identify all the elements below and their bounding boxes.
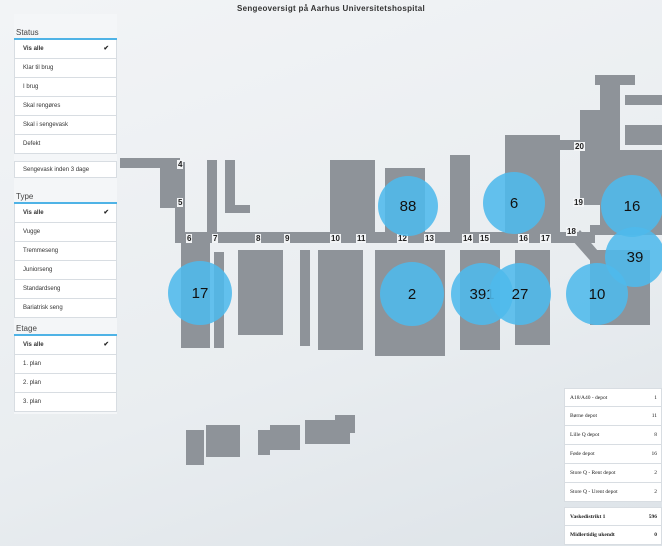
status-option[interactable]: Defekt [14,135,117,154]
building-label: 19 [573,198,584,207]
status-option[interactable]: Klar til brug [14,59,117,78]
status-title: Status [16,28,39,37]
bed-count-value: 39 [626,248,644,266]
depot-row[interactable]: A18/A40 - depot 1 [564,388,662,407]
type-option[interactable]: Juniorseng [14,261,117,280]
building-label: 11 [356,234,367,243]
depot-name: Lille Q depot [570,432,600,438]
depot-count: 2 [654,470,657,476]
status-option-label: Skal i sengevask [23,122,69,128]
bed-count-bubble[interactable]: 17 [168,261,232,325]
type-option[interactable]: Vugge [14,223,117,242]
bed-count-value: 10 [588,285,606,303]
type-option-label: Juniorseng [23,267,53,273]
bed-count-bubble[interactable]: 27 [489,263,551,325]
depot-name: Føde depot [570,451,595,457]
depot-name: A18/A40 - depot [570,395,608,401]
building-label: 10 [330,234,341,243]
etage-filter-group: Etage Vis alle ✔ 1. plan 2. plan 3. plan [14,324,117,412]
status-option[interactable]: Skal i sengevask [14,116,117,135]
status-filter-group: Status Vis alle ✔ Klar til brug I brug Skal … [14,28,117,154]
depot-count: 2 [654,489,657,495]
type-option[interactable]: Standardseng [14,280,117,299]
type-option[interactable]: Vis alle ✔ [14,204,117,223]
bed-count-value: 88 [399,197,417,215]
etage-title: Etage [16,324,37,333]
status-option-label: Skal rengøres [23,103,61,109]
etage-option-label: 2. plan [23,380,42,386]
depot-row[interactable]: Midlertidig ukendt 0 [564,526,662,545]
depot-row[interactable]: Vaskedistrikt 1 596 [564,507,662,526]
depot-name: Store Q - Rent depot [570,470,616,476]
bed-count-bubble[interactable]: 10 [566,263,628,325]
depot-count: 0 [654,532,657,538]
type-option-label: Tremmeseng [23,248,59,254]
building-label: 15 [479,234,490,243]
depot-row[interactable]: Lille Q depot 8 [564,426,662,445]
etage-option[interactable]: 2. plan [14,374,117,393]
type-option-label: Vis alle [23,210,44,216]
depot-count: 596 [648,514,657,520]
depot-name: Vaskedistrikt 1 [570,514,606,520]
building-label: 6 [186,234,193,243]
type-option-label: Vugge [23,229,41,235]
depot-row[interactable]: Store Q - Urent depot 2 [564,483,662,502]
status-option-label: Defekt [23,141,41,147]
status-option-label: Vis alle [23,46,44,52]
etage-option-label: Vis alle [23,342,44,348]
depot-row[interactable]: Føde depot 16 [564,445,662,464]
building-label: 17 [540,234,551,243]
depot-count: 8 [654,432,657,438]
bed-count-value: 27 [511,285,529,303]
bed-count-value: 16 [623,197,641,215]
building-label: 7 [212,234,219,243]
etage-option-label: 3. plan [23,399,42,405]
etage-option[interactable]: 1. plan [14,355,117,374]
bed-count-value: 2 [407,285,417,303]
type-option[interactable]: Tremmeseng [14,242,117,261]
type-title: Type [16,192,34,201]
status-option[interactable]: I brug [14,78,117,97]
type-option-label: Standardseng [23,286,61,292]
etage-option[interactable]: 3. plan [14,393,117,412]
depot-count: 1 [654,395,657,401]
depot-row[interactable]: Store Q - Rent depot 2 [564,464,662,483]
bed-count-value: 6 [509,194,519,212]
sengevask-filter-option[interactable]: Sengevask inden 3 dage [14,161,117,178]
building-label: 14 [462,234,473,243]
building-label: 9 [284,234,291,243]
check-icon: ✔ [103,341,109,348]
check-icon: ✔ [103,45,109,52]
depot-name: Børne depot [570,413,598,419]
building-label: 13 [424,234,435,243]
depot-table: A18/A40 - depot 1 Børne depot 11 Lille Q dep… [564,388,662,545]
building-label: 20 [574,142,585,151]
depot-row[interactable]: Børne depot 11 [564,407,662,426]
building-label: 16 [518,234,529,243]
page-title: Sengeoversigt på Aarhus Universitetshosp… [236,4,426,13]
depot-name: Midlertidig ukendt [570,532,615,538]
status-option[interactable]: Vis alle ✔ [14,40,117,59]
bed-count-bubble[interactable]: 2 [380,262,444,326]
type-option[interactable]: Bariatrisk seng [14,299,117,318]
bed-count-bubble[interactable]: 88 [378,176,438,236]
etage-option[interactable]: Vis alle ✔ [14,336,117,355]
depot-name: Store Q - Urent depot [570,489,618,495]
check-icon: ✔ [103,209,109,216]
building-label: 4 [177,160,184,169]
building-label: 8 [255,234,262,243]
type-filter-group: Type Vis alle ✔ Vugge Tremmeseng Juniorseng S… [14,192,117,318]
etage-option-label: 1. plan [23,361,42,367]
bed-count-value: 17 [191,284,209,302]
building-label: 18 [566,227,577,236]
depot-count: 16 [651,451,658,457]
building-label: 5 [177,198,184,207]
depot-count: 11 [651,413,657,419]
building-group-south [186,415,355,465]
status-option-label: Klar til brug [23,65,54,71]
bed-count-bubble[interactable]: 6 [483,172,545,234]
status-option[interactable]: Skal rengøres [14,97,117,116]
status-option-label: I brug [23,84,39,90]
type-option-label: Bariatrisk seng [23,305,63,311]
